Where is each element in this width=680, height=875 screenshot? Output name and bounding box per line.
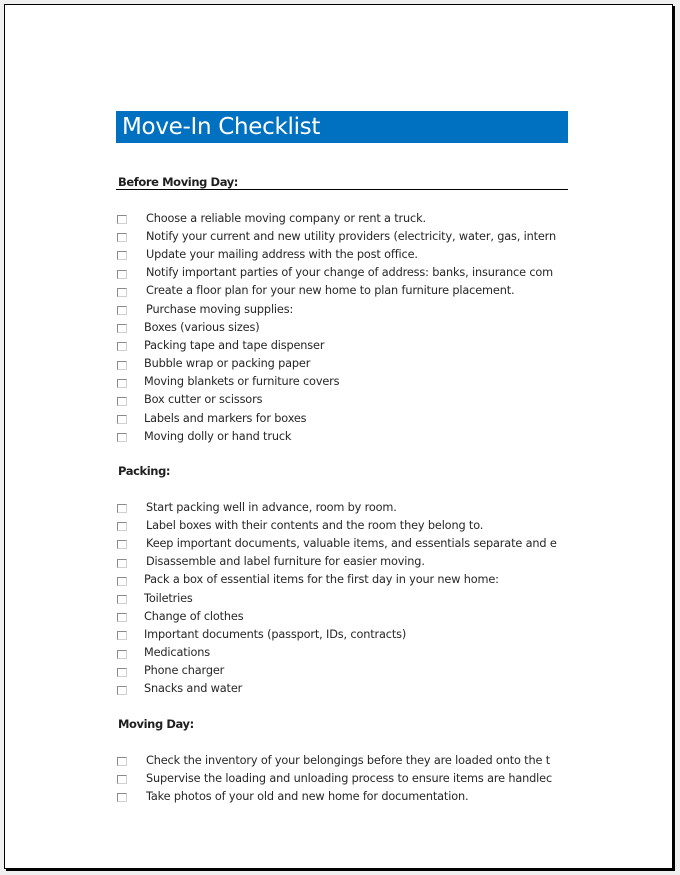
checklist-item: Pack a box of essential items for the fi… [117,571,569,589]
section-heading-before-moving-day: Before Moving Day: [118,175,238,189]
checklist-item-label: Notify your current and new utility prov… [146,229,556,243]
checklist-item: Medications [117,644,569,662]
checkbox[interactable] [117,233,127,243]
checklist-item: Keep important documents, valuable items… [117,534,569,552]
checklist-item-label: Boxes (various sizes) [144,320,260,334]
checklist-item-label: Keep important documents, valuable items… [146,536,557,550]
checklist-item: Label boxes with their contents and the … [117,516,569,534]
checklist-item: Create a floor plan for your new home to… [117,282,569,300]
document-title: Move-In Checklist [116,111,568,143]
checkbox[interactable] [117,415,127,425]
checklist-item-label: Supervise the loading and unloading proc… [146,771,552,785]
checklist-item-label: Bubble wrap or packing paper [144,357,311,371]
checkbox[interactable] [117,306,127,316]
checklist-item: Moving blankets or furniture covers [117,373,569,391]
checklist-item-label: Medications [144,646,211,660]
checklist-item: Snacks and water [117,680,569,698]
checklist-item-label: Update your mailing address with the pos… [146,247,418,261]
checkbox[interactable] [117,667,127,677]
checklist-item-label: Choose a reliable moving company or rent… [146,211,426,225]
heading-divider [116,189,568,190]
checklist-item: Supervise the loading and unloading proc… [117,769,569,787]
checklist-item-label: Change of clothes [144,609,244,623]
checklist-item: Change of clothes [117,607,569,625]
checkbox[interactable] [117,287,127,297]
checklist-moving-day: Check the inventory of your belongings b… [117,751,569,806]
checklist-item-label: Packing tape and tape dispenser [144,338,325,352]
checklist-item: Packing tape and tape dispenser [117,336,569,354]
checklist-item-label: Label boxes with their contents and the … [146,518,484,532]
checklist-item-label: Take photos of your old and new home for… [146,789,469,803]
checklist-item: Bubble wrap or packing paper [117,355,569,373]
checklist-item-label: Notify important parties of your change … [146,266,554,280]
checklist-item: Start packing well in advance, room by r… [117,498,569,516]
checklist-item-label: Purchase moving supplies: [146,302,294,316]
checkbox[interactable] [117,342,127,352]
checkbox[interactable] [117,396,127,406]
section-heading-packing: Packing: [118,464,171,478]
checkbox[interactable] [117,504,127,514]
checklist-item-label: Important documents (passport, IDs, cont… [144,627,407,641]
checklist-item: Box cutter or scissors [117,391,569,409]
checkbox[interactable] [117,793,127,803]
checklist-item-label: Create a floor plan for your new home to… [146,284,515,298]
checklist-item: Take photos of your old and new home for… [117,787,569,805]
checklist-item-label: Moving dolly or hand truck [144,429,292,443]
checklist-item: Phone charger [117,662,569,680]
checkbox[interactable] [117,433,127,443]
checklist-item-label: Start packing well in advance, room by r… [146,500,397,514]
checklist-item-label: Disassemble and label furniture for easi… [146,555,425,569]
checkbox[interactable] [117,540,127,550]
checklist-item: Update your mailing address with the pos… [117,245,569,263]
checkbox[interactable] [117,631,127,641]
checklist-item: Choose a reliable moving company or rent… [117,209,569,227]
checklist-item: Check the inventory of your belongings b… [117,751,569,769]
checkbox[interactable] [117,775,127,785]
checklist-item-label: Phone charger [144,664,225,678]
checklist-item-label: Snacks and water [144,682,243,696]
checklist-item-label: Labels and markers for boxes [144,411,307,425]
checklist-item: Moving dolly or hand truck [117,427,569,445]
checklist-item-label: Toiletries [144,591,193,605]
checkbox[interactable] [117,522,127,532]
checkbox[interactable] [117,378,127,388]
checkbox[interactable] [117,251,127,261]
checklist-item: Toiletries [117,589,569,607]
checkbox[interactable] [117,757,127,767]
checklist-item-label: Moving blankets or furniture covers [144,375,340,389]
checklist-item-label: Check the inventory of your belongings b… [146,753,550,767]
checklist-before-moving-day: Choose a reliable moving company or rent… [117,209,569,445]
checkbox[interactable] [117,613,127,623]
checklist-item: Notify important parties of your change … [117,264,569,282]
checkbox[interactable] [117,360,127,370]
checkbox[interactable] [117,269,127,279]
checkbox[interactable] [117,595,127,605]
checklist-item-label: Pack a box of essential items for the fi… [144,573,499,587]
checklist-item: Boxes (various sizes) [117,318,569,336]
checklist-item: Disassemble and label furniture for easi… [117,553,569,571]
checkbox[interactable] [117,215,127,225]
checkbox[interactable] [117,324,127,334]
document-page: Move-In Checklist Before Moving Day: Cho… [4,4,673,869]
checkbox[interactable] [117,576,127,586]
checkbox[interactable] [117,685,127,695]
checkbox[interactable] [117,649,127,659]
section-heading-moving-day: Moving Day: [118,717,194,731]
checkbox[interactable] [117,558,127,568]
checklist-item: Purchase moving supplies: [117,300,569,318]
checklist-packing: Start packing well in advance, room by r… [117,498,569,698]
checklist-item-label: Box cutter or scissors [144,393,263,407]
checklist-item: Notify your current and new utility prov… [117,227,569,245]
checklist-item: Important documents (passport, IDs, cont… [117,625,569,643]
checklist-item: Labels and markers for boxes [117,409,569,427]
